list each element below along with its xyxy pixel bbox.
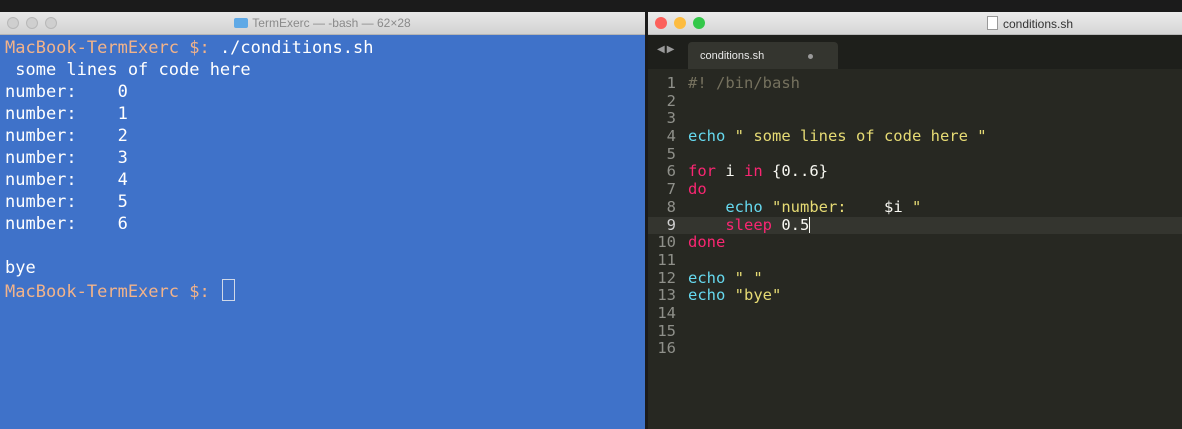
- line-number: 3: [666, 109, 676, 128]
- shell-prompt: MacBook-TermExerc $:: [5, 282, 210, 302]
- terminal-cursor: [221, 279, 235, 301]
- command-text: ./conditions.sh: [209, 38, 374, 58]
- terminal-line: some lines of code here: [5, 60, 251, 80]
- code-line: 12 echo " ": [648, 268, 1182, 288]
- line-number: 4: [666, 127, 676, 146]
- line-number: 16: [657, 339, 676, 358]
- close-button[interactable]: [655, 17, 667, 29]
- terminal-output[interactable]: MacBook-TermExerc $: ./conditions.sh som…: [0, 35, 645, 302]
- shell-prompt: MacBook-TermExerc $:: [5, 38, 210, 58]
- line-number: 9: [666, 215, 676, 234]
- line-number: 8: [666, 197, 676, 216]
- editor-window[interactable]: conditions.sh ◀▶ conditions.sh 1 #! /bin/…: [648, 12, 1182, 429]
- terminal-line: number: 5: [5, 192, 128, 212]
- terminal-line: number: 2: [5, 126, 128, 146]
- terminal-titlebar[interactable]: TermExerc — -bash — 62×28: [0, 12, 645, 35]
- line-number: 7: [666, 180, 676, 199]
- code-line: 14: [648, 303, 1182, 323]
- line-number: 6: [666, 162, 676, 181]
- code-line: 11: [648, 250, 1182, 270]
- code-line: 3: [648, 110, 1182, 128]
- terminal-line: MacBook-TermExerc $:: [5, 279, 645, 302]
- editor-titlebar[interactable]: conditions.sh: [648, 12, 1182, 35]
- minimize-button[interactable]: [674, 17, 686, 29]
- terminal-line: number: 4: [5, 170, 128, 190]
- line-number: 10: [657, 233, 676, 252]
- code-line: 2: [648, 91, 1182, 111]
- terminal-line: number: 1: [5, 104, 128, 124]
- code-line: 15: [648, 321, 1182, 341]
- code-line-active: 9 sleep 0.5: [648, 215, 1182, 235]
- editor-window-controls: [655, 17, 705, 29]
- code-line: 7 do: [648, 180, 1182, 199]
- folder-icon: [234, 18, 249, 28]
- code-line: 8 echo "number: $i ": [648, 197, 1182, 217]
- document-icon: [986, 16, 998, 30]
- line-number: 5: [666, 144, 676, 163]
- tab-label: conditions.sh: [700, 50, 765, 62]
- line-number: 1: [666, 74, 676, 92]
- unsaved-dot-icon[interactable]: [808, 54, 813, 59]
- terminal-line: number: 6: [5, 214, 128, 234]
- terminal-line: number: 3: [5, 148, 128, 168]
- code-line: 10 done: [648, 233, 1182, 252]
- code-line: 1 #! /bin/bash: [648, 74, 1182, 93]
- code-line: 6 for i in {0..6}: [648, 163, 1182, 181]
- line-number: 15: [657, 321, 676, 340]
- code-line: 5: [648, 144, 1182, 164]
- text-caret: [809, 216, 811, 233]
- code-editor[interactable]: 1 #! /bin/bash 2 3 4 echo " some lines of …: [648, 69, 1182, 358]
- code-line: 13 echo "bye": [648, 287, 1182, 305]
- code-line: 16: [648, 340, 1182, 358]
- terminal-window[interactable]: TermExerc — -bash — 62×28 MacBook-TermEx…: [0, 12, 645, 429]
- terminal-line: number: 0: [5, 82, 128, 102]
- tab-navigation-arrows-icon[interactable]: ◀▶: [657, 44, 676, 55]
- tab-conditions-sh[interactable]: conditions.sh: [688, 42, 838, 69]
- code-line: 4 echo " some lines of code here ": [648, 127, 1182, 146]
- line-number: 13: [657, 286, 676, 305]
- line-number: 14: [657, 303, 676, 322]
- terminal-line: MacBook-TermExerc $: ./conditions.sh: [5, 37, 645, 59]
- tab-bar: ◀▶ conditions.sh: [648, 35, 1182, 69]
- editor-title: conditions.sh: [878, 16, 1182, 31]
- line-number: 2: [666, 91, 676, 110]
- line-number: 11: [657, 250, 676, 269]
- zoom-button[interactable]: [693, 17, 705, 29]
- terminal-title: TermExerc — -bash — 62×28: [0, 16, 645, 30]
- terminal-line: bye: [5, 258, 36, 278]
- line-number: 12: [657, 268, 676, 287]
